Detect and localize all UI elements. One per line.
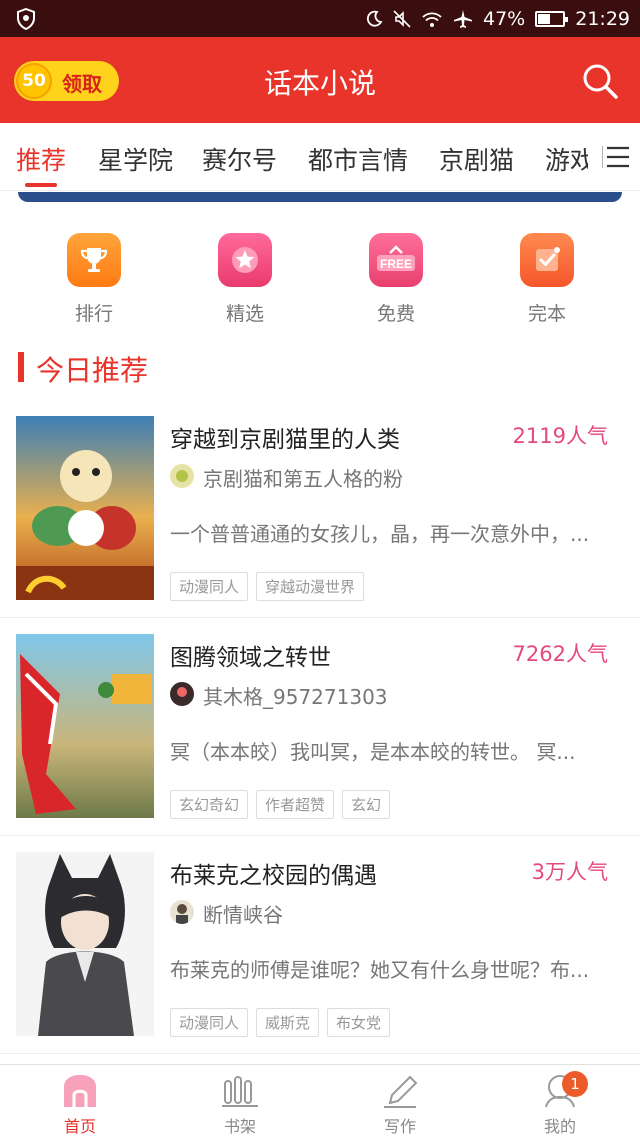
pen-icon (380, 1073, 420, 1109)
airplane-icon (454, 9, 472, 28)
book-description: 冥（本本皎）我叫冥，是本本皎的转世。 冥... (170, 740, 576, 764)
tag-list: 玄幻奇幻 作者超赞 玄幻 (170, 790, 391, 819)
app-title: 话本小说 (263, 67, 376, 100)
book-title[interactable]: 布莱克之校园的偶遇 (170, 856, 377, 890)
nav-label: 写作 (383, 1117, 416, 1136)
check-icon (520, 233, 574, 287)
book-card[interactable]: 布莱克之校园的偶遇 3万人气 断情峡谷 布莱克的师傅是谁呢？她又有什么身世呢？布… (0, 836, 640, 1054)
category-label: 排行 (74, 303, 113, 325)
book-cover[interactable] (16, 852, 154, 1036)
author-name[interactable]: 京剧猫和第五人格的粉 (203, 463, 403, 492)
battery-percent: 47% (483, 7, 526, 30)
profile-icon: 1 (540, 1071, 588, 1109)
tag[interactable]: 威斯克 (256, 1008, 320, 1037)
tag[interactable]: 玄幻 (342, 790, 391, 819)
bottom-nav: 首页 书架 写作 1 我的 (0, 1064, 640, 1138)
home-icon (60, 1073, 100, 1109)
category-label: 完本 (527, 303, 566, 325)
author-name[interactable]: 断情峡谷 (203, 899, 283, 928)
clock: 21:29 (575, 7, 630, 30)
moon-icon (366, 10, 383, 26)
menu-icon[interactable] (602, 143, 630, 171)
author-avatar (170, 464, 194, 488)
active-tab-indicator (25, 183, 57, 187)
tag[interactable]: 穿越动漫世界 (256, 572, 365, 601)
author-avatar (170, 900, 194, 924)
author-name[interactable]: 其木格_957271303 (203, 681, 388, 710)
tag[interactable]: 玄幻奇幻 (170, 790, 249, 819)
popularity-count: 7262人气 (512, 642, 608, 666)
category-free[interactable]: FREE 免费 (356, 233, 436, 326)
tag-list: 动漫同人 威斯克 布女党 (170, 1008, 391, 1037)
book-title[interactable]: 穿越到京剧猫里的人类 (170, 420, 400, 454)
nav-label: 我的 (543, 1117, 576, 1136)
battery-icon (535, 10, 569, 27)
book-card[interactable]: 穿越到京剧猫里的人类 2119人气 京剧猫和第五人格的粉 一个普普通通的女孩儿，… (0, 400, 640, 618)
book-cover[interactable] (16, 634, 154, 818)
tab-jingjumao[interactable]: 京剧猫 (439, 141, 514, 177)
tag[interactable]: 作者超赞 (256, 790, 335, 819)
popularity-count: 2119人气 (512, 424, 608, 448)
book-description: 一个普普通通的女孩儿，晶，再一次意外中，... (170, 522, 590, 546)
nav-label: 书架 (223, 1117, 256, 1136)
author-avatar (170, 682, 194, 706)
tag[interactable]: 动漫同人 (170, 572, 249, 601)
banner-carousel[interactable] (18, 192, 622, 202)
tag[interactable]: 布女党 (327, 1008, 391, 1037)
tab-xingxueyuan[interactable]: 星学院 (98, 141, 173, 177)
nav-write[interactable]: 写作 (350, 1073, 450, 1137)
category-tabs: 推荐 星学院 赛尔号 都市言情 京剧猫 游戏 (0, 123, 640, 191)
wifi-icon (422, 12, 442, 27)
tab-saierhao[interactable]: 赛尔号 (202, 141, 277, 177)
nav-profile[interactable]: 1 我的 (510, 1071, 610, 1137)
book-description: 布莱克的师傅是谁呢？她又有什么身世呢？布... (170, 958, 590, 982)
nav-label: 首页 (63, 1117, 96, 1136)
popularity-count: 3万人气 (531, 860, 608, 884)
mute-icon (393, 9, 411, 28)
tab-urban-romance[interactable]: 都市言情 (308, 141, 408, 177)
trophy-icon (67, 233, 121, 287)
tag[interactable]: 动漫同人 (170, 1008, 249, 1037)
shield-icon (17, 8, 35, 30)
category-label: 精选 (225, 303, 264, 325)
section-title: 今日推荐 (36, 354, 149, 387)
star-icon (218, 233, 272, 287)
category-label: 免费 (376, 303, 415, 325)
section-marker (18, 352, 24, 382)
book-cover[interactable] (16, 416, 154, 600)
nav-bookshelf[interactable]: 书架 (190, 1073, 290, 1137)
svg-text:FREE: FREE (380, 257, 412, 271)
search-icon[interactable] (580, 61, 620, 101)
tab-recommend[interactable]: 推荐 (16, 141, 66, 177)
category-completed[interactable]: 完本 (507, 233, 587, 326)
tag-list: 动漫同人 穿越动漫世界 (170, 572, 365, 601)
book-title[interactable]: 图腾领域之转世 (170, 638, 331, 672)
category-ranking[interactable]: 排行 (54, 233, 134, 326)
notification-badge: 1 (562, 1071, 588, 1097)
category-featured[interactable]: 精选 (205, 233, 285, 326)
bookshelf-icon (220, 1073, 260, 1109)
status-bar: 47% 21:29 (0, 0, 640, 37)
book-card[interactable]: 图腾领域之转世 7262人气 其木格_957271303 冥（本本皎）我叫冥，是… (0, 618, 640, 836)
free-icon: FREE (369, 233, 423, 287)
app-header: 50 领取 话本小说 (0, 37, 640, 123)
nav-home[interactable]: 首页 (30, 1073, 130, 1137)
